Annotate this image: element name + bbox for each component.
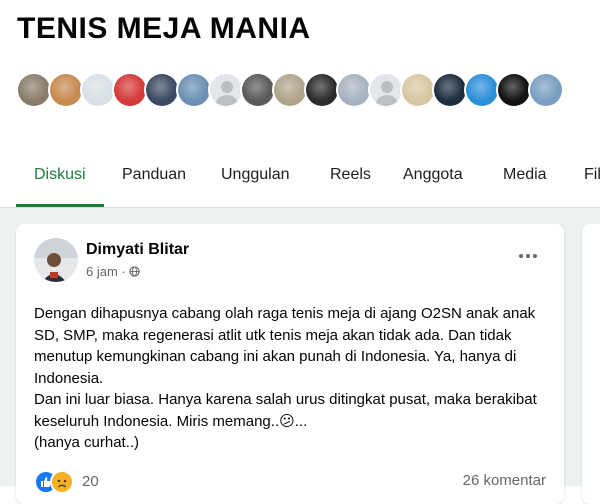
member-avatar[interactable]: [272, 72, 308, 108]
member-avatar[interactable]: [80, 72, 116, 108]
comment-count[interactable]: 26 komentar: [463, 472, 546, 489]
tab-unggulan[interactable]: Unggulan: [221, 166, 290, 184]
post-time[interactable]: 6 jam: [86, 264, 118, 279]
author-avatar[interactable]: [34, 238, 78, 282]
member-avatar[interactable]: [176, 72, 212, 108]
tab-panduan[interactable]: Panduan: [122, 166, 186, 184]
member-avatar[interactable]: [528, 72, 564, 108]
post-card: Dimyati Blitar 6 jam · Dengan dihapusnya…: [16, 224, 564, 504]
group-name[interactable]: TENIS MEJA MANIA: [17, 12, 311, 46]
side-card: [582, 224, 600, 504]
tab-diskusi[interactable]: Diskusi: [34, 166, 86, 184]
feed: Dimyati Blitar 6 jam · Dengan dihapusnya…: [0, 208, 600, 504]
group-tabs: Diskusi Panduan Unggulan Reels Anggota M…: [0, 140, 600, 208]
post-text: Dengan dihapusnya cabang olah raga tenis…: [34, 303, 554, 454]
member-avatar[interactable]: [432, 72, 468, 108]
post-meta: 6 jam ·: [86, 264, 141, 279]
member-avatar[interactable]: [464, 72, 500, 108]
member-avatar[interactable]: [144, 72, 180, 108]
member-avatars[interactable]: [16, 72, 564, 112]
tab-anggota[interactable]: Anggota: [403, 166, 463, 184]
member-avatar[interactable]: [304, 72, 340, 108]
tab-media[interactable]: Media: [503, 166, 547, 184]
author-name[interactable]: Dimyati Blitar: [86, 241, 189, 259]
globe-icon: [129, 264, 141, 279]
author-avatar-photo: [34, 238, 78, 282]
more-options-icon[interactable]: [514, 246, 542, 266]
tab-files[interactable]: Fil: [584, 166, 600, 184]
post-paragraph: Dengan dihapusnya cabang olah raga tenis…: [34, 305, 536, 387]
group-header: TENIS MEJA MANIA Diskusi Panduan Unggula…: [0, 0, 600, 208]
member-avatar[interactable]: [496, 72, 532, 108]
member-avatar[interactable]: [400, 72, 436, 108]
reaction-count: 20: [82, 473, 99, 490]
post-paragraph: (hanya curhat..): [34, 434, 140, 451]
member-avatar[interactable]: [336, 72, 372, 108]
post-paragraph: Dan ini luar biasa. Hanya karena salah u…: [34, 391, 537, 430]
member-avatar[interactable]: [368, 72, 404, 108]
member-avatar[interactable]: [240, 72, 276, 108]
sad-reaction-icon: [50, 470, 74, 494]
tab-reels[interactable]: Reels: [330, 166, 371, 184]
member-avatar[interactable]: [112, 72, 148, 108]
member-avatar[interactable]: [208, 72, 244, 108]
member-avatar[interactable]: [16, 72, 52, 108]
member-avatar[interactable]: [48, 72, 84, 108]
